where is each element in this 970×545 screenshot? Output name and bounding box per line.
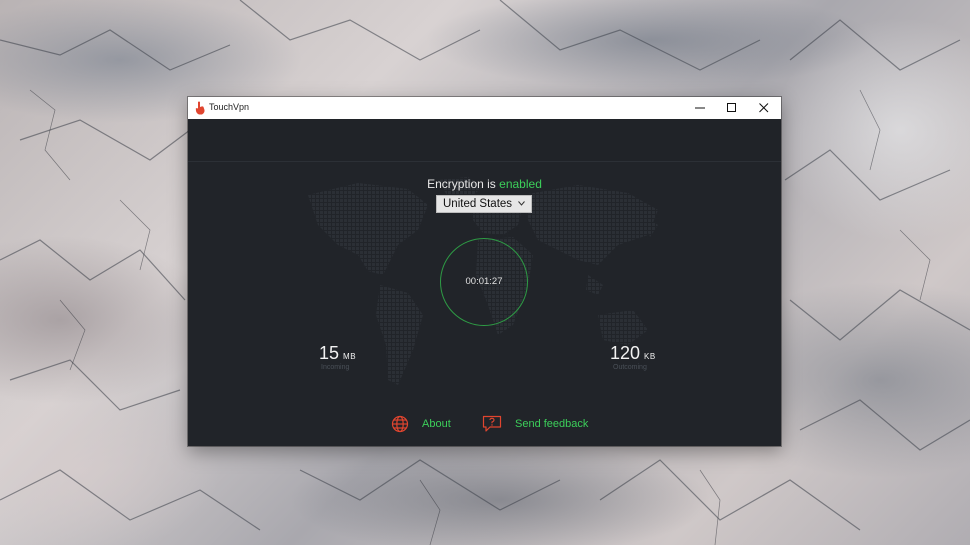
chevron-down-icon [518, 201, 525, 206]
speech-bubble-question-icon [482, 415, 502, 432]
encryption-status-prefix: Encryption is [427, 177, 496, 191]
close-icon [759, 103, 769, 113]
maximize-icon [727, 103, 736, 112]
outgoing-unit: KB [644, 352, 656, 361]
about-link[interactable]: About [391, 415, 451, 433]
incoming-label: Incoming [321, 364, 350, 371]
title-bar: TouchVpn [188, 97, 781, 119]
country-select[interactable]: United States [436, 195, 532, 213]
incoming-unit: MB [343, 352, 357, 361]
globe-icon [391, 415, 409, 433]
encryption-status: Encryption is enabled [188, 177, 781, 191]
encryption-status-state: enabled [499, 177, 542, 191]
outgoing-value: 120 [610, 343, 641, 363]
outgoing-label: Outcoming [613, 364, 647, 371]
connection-timer: 00:01:27 [465, 276, 503, 287]
incoming-stat: 15 MB Incoming [319, 343, 356, 371]
about-label: About [422, 418, 451, 430]
send-feedback-link[interactable]: Send feedback [482, 415, 588, 433]
incoming-value: 15 [319, 343, 340, 363]
touchvpn-hand-icon [195, 101, 205, 115]
minimize-icon [695, 107, 705, 109]
country-select-value: United States [443, 198, 513, 210]
top-toolbar [188, 119, 781, 162]
window-title: TouchVpn [209, 102, 250, 112]
app-window: TouchVpn Encryption is enabled United St… [188, 97, 781, 446]
send-feedback-label: Send feedback [515, 418, 589, 430]
outgoing-stat: 120 KB Outcoming [610, 343, 656, 371]
minimize-button[interactable] [683, 97, 717, 119]
maximize-button[interactable] [715, 97, 749, 119]
close-button[interactable] [747, 97, 781, 119]
